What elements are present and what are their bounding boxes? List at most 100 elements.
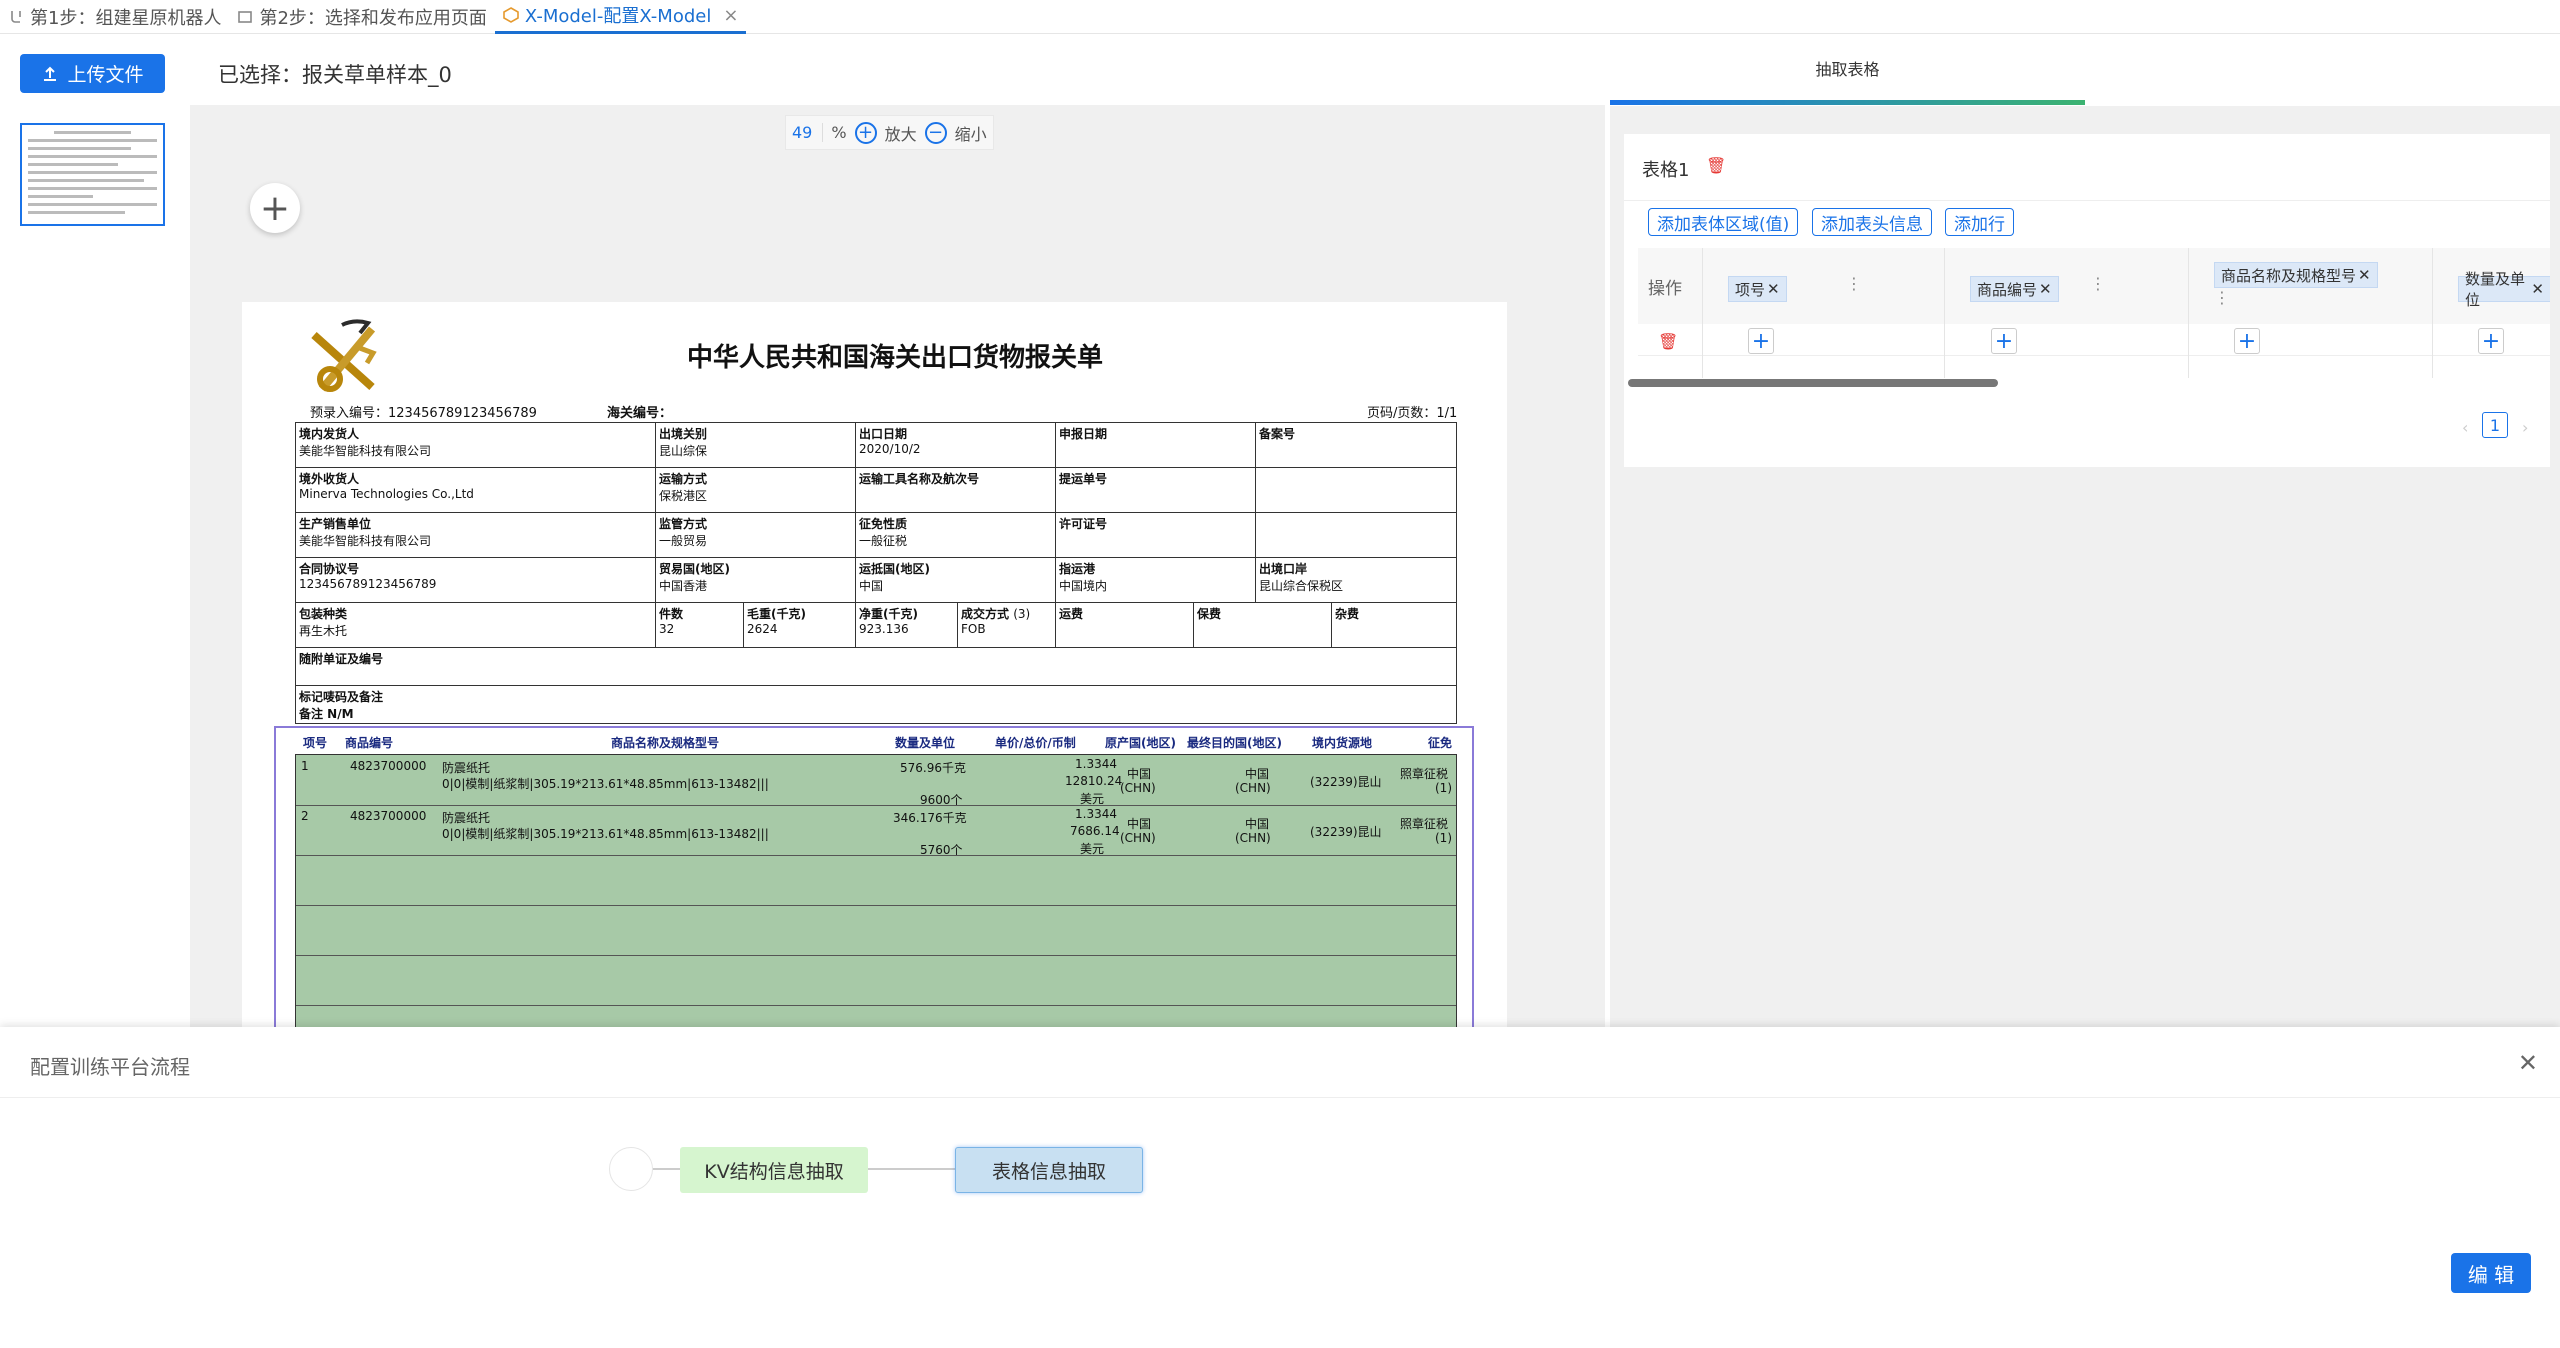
add-cell-button[interactable]: + (1748, 328, 1774, 354)
add-row-button[interactable]: 添加行 (1945, 208, 2014, 236)
form-row: 生产销售单位 美能华智能科技有限公司 监管方式 一般贸易 征免性质 一般征税 许可证号 (296, 513, 1456, 558)
form-cell: 运费 (1056, 603, 1194, 647)
tab-xmodel-label: X-Model-配置X-Model (524, 6, 712, 27)
form-cell (1256, 513, 1456, 557)
table-title: 表格1 (1642, 160, 1690, 181)
table-selection-box[interactable] (274, 726, 1474, 1048)
page-thumbnail[interactable] (20, 123, 165, 226)
form-cell: 提运单号 (1056, 468, 1256, 512)
zoom-value[interactable]: 49 (792, 123, 824, 142)
document-title: 中华人民共和国海关出口货物报关单 (687, 343, 1104, 373)
zoom-in-icon[interactable]: + (854, 121, 877, 144)
form-cell: 包装种类 再生木托 (296, 603, 656, 647)
flow-connector (653, 1168, 680, 1170)
add-body-region-button[interactable]: 添加表体区域(值) (1648, 208, 1799, 236)
document-page: 中华人民共和国海关出口货物报关单 预录入编号：12345678912345678… (242, 302, 1507, 1048)
remove-chip-icon[interactable]: ✕ (1767, 280, 1780, 298)
form-cell: 随附单证及编号 (299, 652, 384, 666)
form-cell: 境外收货人 Minerva Technologies Co.,Ltd (296, 468, 656, 512)
flow-connector (868, 1168, 955, 1170)
horizontal-scrollbar[interactable] (1628, 379, 1998, 387)
add-cell-button[interactable]: + (2234, 328, 2260, 354)
form-cell: 生产销售单位 美能华智能科技有限公司 (296, 513, 656, 557)
tab-step1[interactable]: 第1步：组建星原机器人 (0, 0, 229, 34)
form-cell: 运输方式 保税港区 (656, 468, 856, 512)
form-row: 标记唛码及备注 备注 N/M (296, 686, 1456, 723)
kv-extraction-node[interactable]: KV结构信息抽取 (680, 1147, 868, 1193)
form-row: 随附单证及编号 (296, 648, 1456, 686)
customs-emblem-logo (311, 319, 377, 392)
next-page-icon[interactable]: › (2522, 418, 2528, 437)
form-cell (1256, 468, 1456, 512)
column-chip-product-code[interactable]: 商品编号 ✕ (1970, 276, 2059, 302)
tab-extract-table[interactable]: 抽取表格 (1610, 56, 2085, 80)
remove-chip-icon[interactable]: ✕ (2531, 280, 2544, 298)
delete-row-icon[interactable]: 🗑 (1658, 332, 1678, 351)
page-count: 页码/页数：1/1 (1367, 406, 1458, 421)
upload-file-label: 上传文件 (67, 64, 144, 86)
tab-xmodel[interactable]: X-Model-配置X-Model × (494, 0, 747, 34)
form-cell: 监管方式 一般贸易 (656, 513, 856, 557)
form-cell: 出口日期 2020/10/2 (856, 423, 1056, 467)
column-chip-quantity[interactable]: 数量及单位 ✕ (2458, 270, 2550, 309)
zoom-control: 49 % + 放大 − 缩小 (785, 115, 994, 150)
zoom-out-icon[interactable]: − (924, 121, 947, 144)
panel-tabs: 抽取表格 (1610, 34, 2560, 106)
close-tab-icon[interactable]: × (723, 5, 738, 26)
form-cell: 成交方式 (3) FOB (958, 603, 1056, 647)
column-chip-product-name[interactable]: 商品名称及规格型号 ✕ (2214, 262, 2378, 288)
delete-table-icon[interactable]: 🗑 (1706, 156, 1726, 175)
form-cell: 境内发货人 美能华智能科技有限公司 (296, 423, 656, 467)
add-region-button[interactable]: + (250, 183, 300, 233)
form-cell: 指运港 中国境内 (1056, 558, 1256, 602)
add-cell-button[interactable]: + (2478, 328, 2504, 354)
close-dialog-icon[interactable]: ✕ (2518, 1049, 2538, 1077)
prev-page-icon[interactable]: ‹ (2462, 418, 2468, 437)
tab-bar: 第1步：组建星原机器人 第2步：选择和发布应用页面 X-Model-配置X-Mo… (0, 0, 2560, 34)
dialog-title: 配置训练平台流程 (30, 1055, 190, 1079)
form-cell: 运输工具名称及航次号 (856, 468, 1056, 512)
zoom-in-label[interactable]: 放大 (885, 121, 917, 145)
form-row: 境外收货人 Minerva Technologies Co.,Ltd 运输方式 保税… (296, 468, 1456, 513)
page-number-button[interactable]: 1 (2482, 412, 2508, 438)
form-cell: 出境口岸 昆山综合保税区 (1259, 562, 1344, 593)
form-cell: 标记唛码及备注 备注 N/M (299, 690, 384, 721)
operation-header: 操作 (1648, 279, 1682, 299)
form-row: 包装种类 再生木托 件数 32 毛重(千克) 2624 净重(千克) 923.136 成… (296, 603, 1456, 648)
remove-chip-icon[interactable]: ✕ (2358, 266, 2371, 284)
form-row: 合同协议号 123456789123456789 贸易国(地区) 中国香港 运抵国(… (296, 558, 1456, 603)
form-cell: 毛重(千克) 2624 (744, 603, 856, 647)
form-cell: 件数 32 (656, 603, 744, 647)
more-icon[interactable]: ⋮ (2090, 274, 2106, 293)
upload-icon (44, 66, 57, 81)
more-icon[interactable]: ⋮ (1846, 274, 1862, 293)
form-cell: 征免性质 一般征税 (856, 513, 1056, 557)
edit-button[interactable]: 编 辑 (2451, 1253, 2531, 1293)
form-cell: 保费 (1194, 603, 1332, 647)
zoom-unit: % (831, 123, 847, 142)
branch-icon (11, 10, 21, 23)
start-node[interactable] (609, 1147, 653, 1191)
upload-file-button[interactable]: 上传文件 (20, 54, 165, 93)
form-cell: 备案号 (1259, 427, 1296, 441)
tab-step2-label: 第2步：选择和发布应用页面 (259, 7, 487, 29)
zoom-out-label[interactable]: 缩小 (955, 121, 987, 145)
active-tab-indicator (1610, 100, 2085, 105)
declaration-form-grid: 境内发货人 美能华智能科技有限公司 出境关别 昆山综保 出口日期 2020/10/2 … (295, 422, 1457, 724)
table-extraction-node[interactable]: 表格信息抽取 (955, 1147, 1143, 1193)
tab-step1-label: 第1步：组建星原机器人 (30, 7, 222, 29)
pre-entry-number: 预录入编号：123456789123456789 (310, 406, 537, 421)
selected-file-text: 已选择：报关草单样本_0 (218, 63, 452, 87)
add-header-info-button[interactable]: 添加表头信息 (1812, 208, 1932, 236)
remove-chip-icon[interactable]: ✕ (2039, 280, 2052, 298)
dialog-divider (0, 1097, 2560, 1098)
form-cell: 杂费 (1335, 607, 1360, 621)
tab-step2[interactable]: 第2步：选择和发布应用页面 (229, 0, 494, 34)
add-cell-button[interactable]: + (1991, 328, 2017, 354)
form-cell: 申报日期 (1056, 423, 1256, 467)
model-icon (503, 7, 519, 23)
more-icon[interactable]: ⋮ (2214, 288, 2230, 307)
form-cell: 出境关别 昆山综保 (656, 423, 856, 467)
column-chip-item-no[interactable]: 项号 ✕ (1728, 276, 1787, 302)
form-row: 境内发货人 美能华智能科技有限公司 出境关别 昆山综保 出口日期 2020/10/2 … (296, 423, 1456, 468)
